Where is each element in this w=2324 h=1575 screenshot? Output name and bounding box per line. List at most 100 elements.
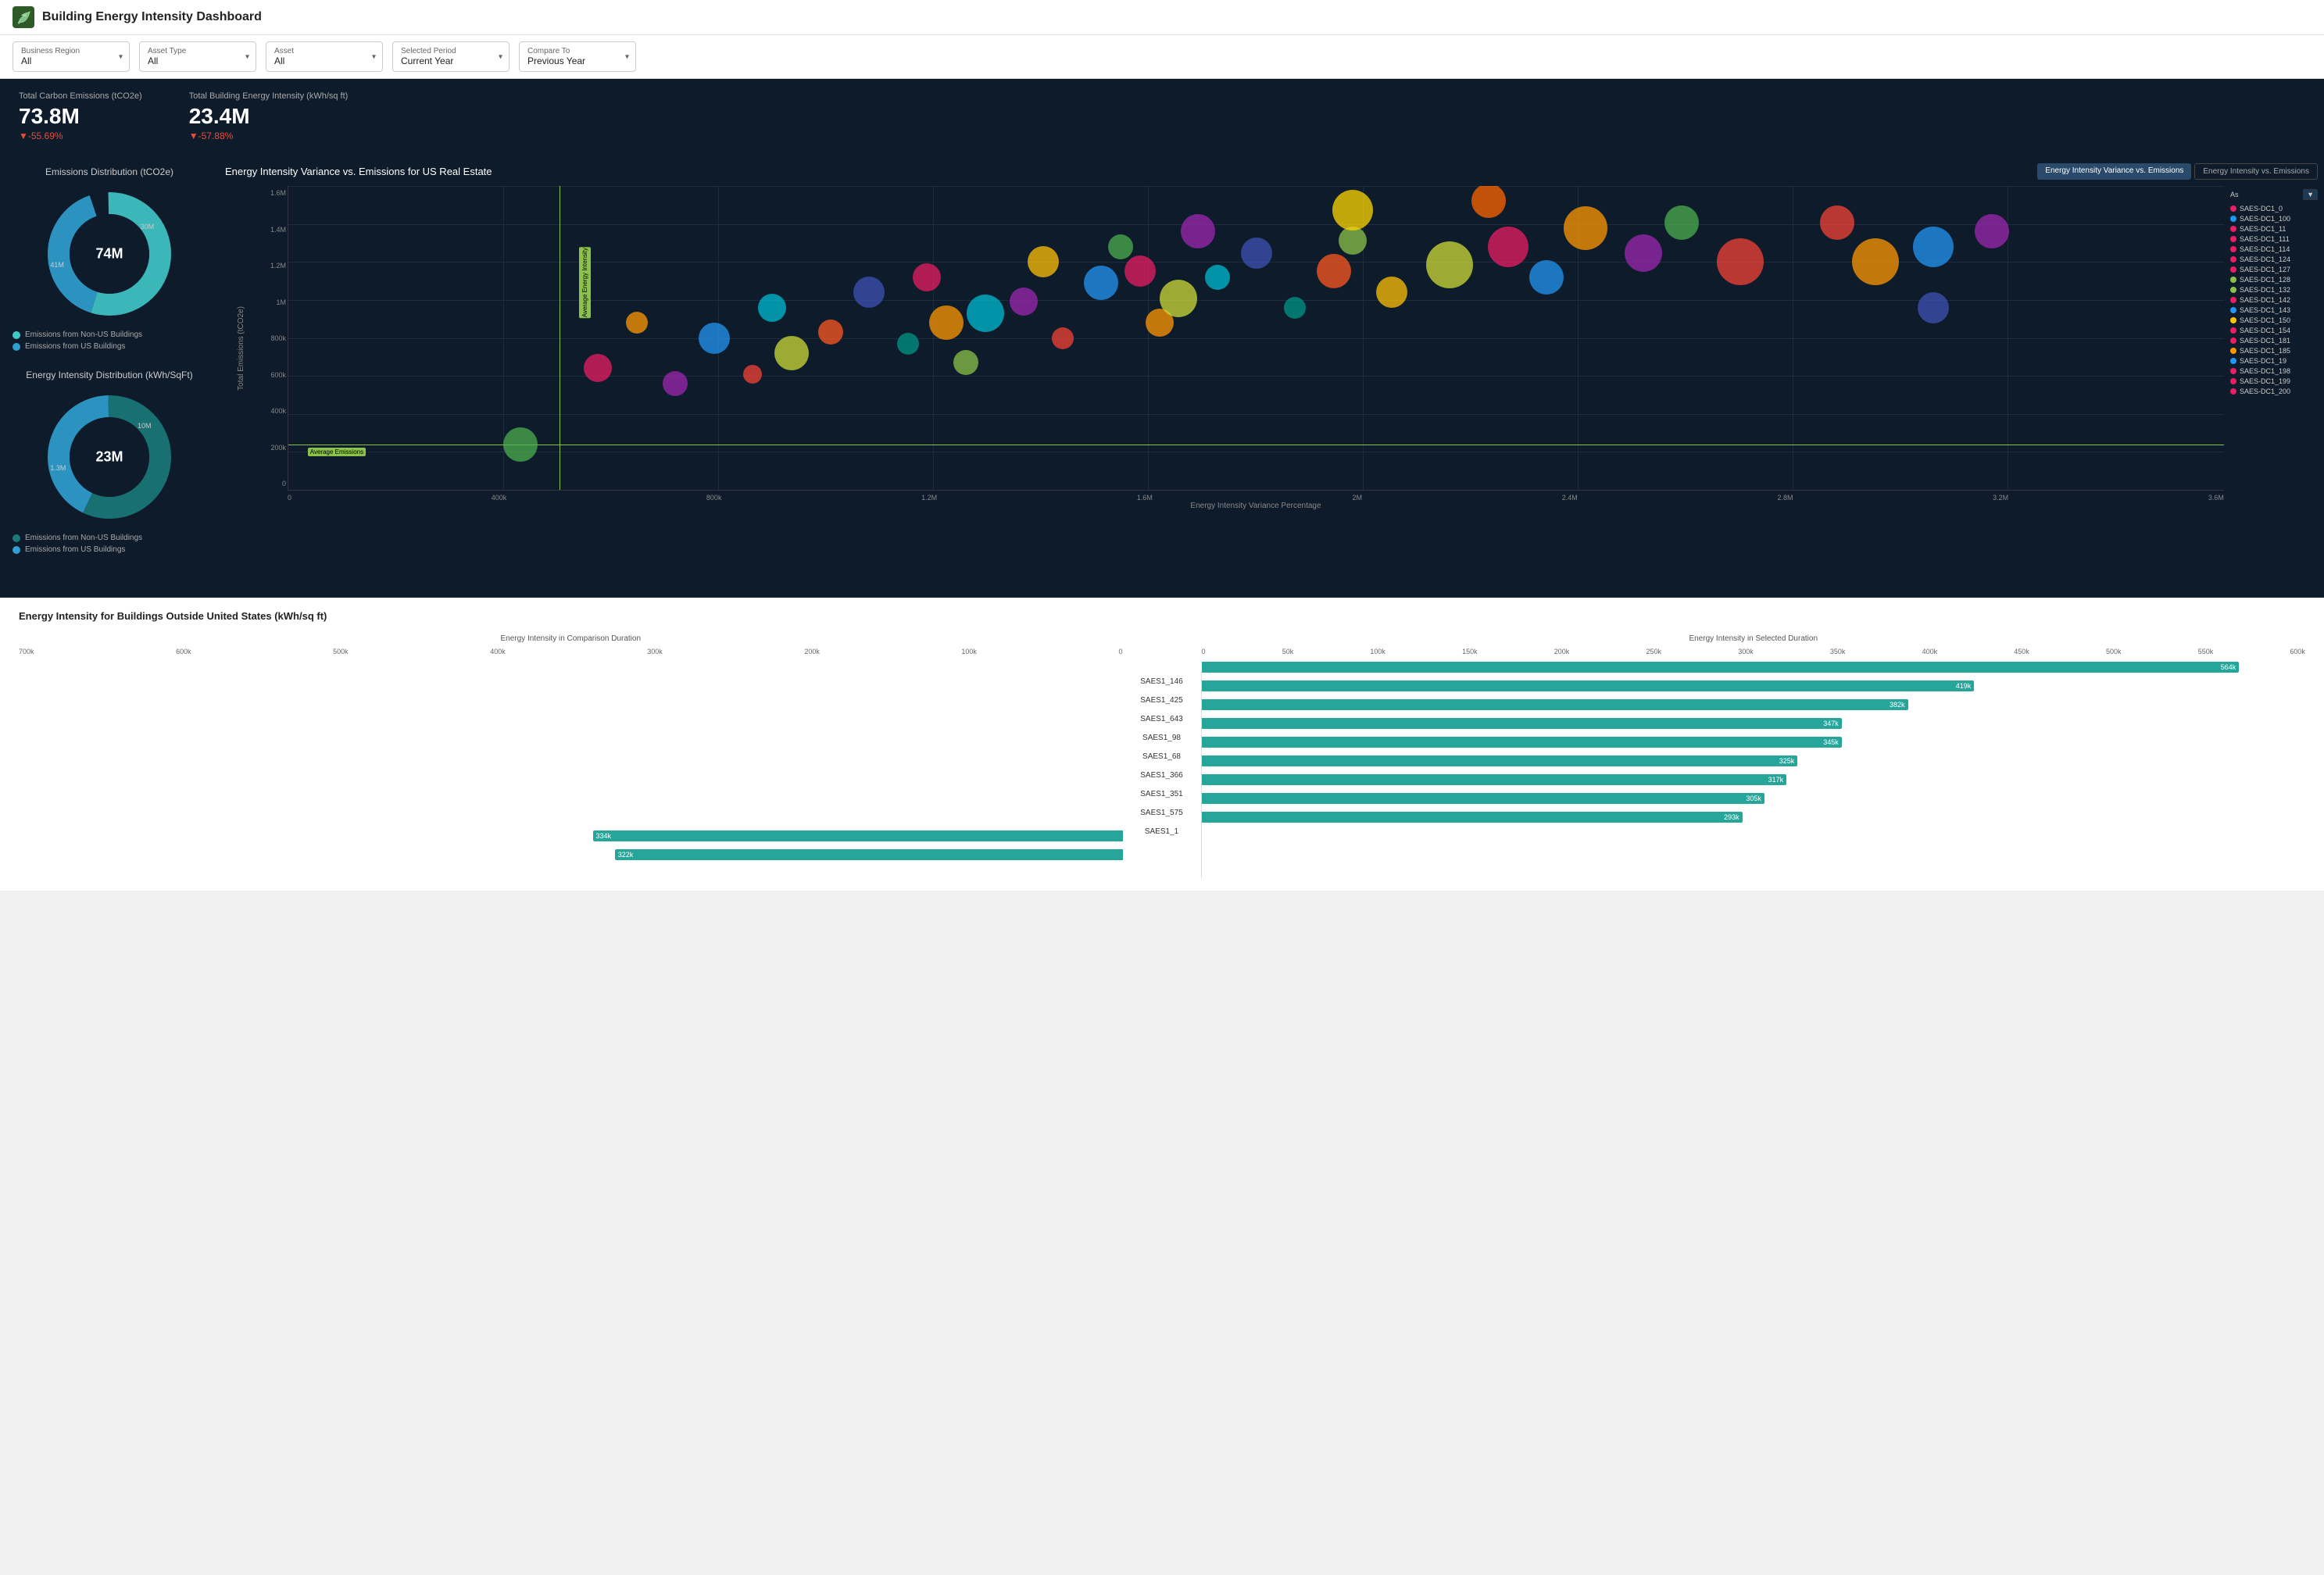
scatter-bubble <box>1913 227 1954 267</box>
bar-left-axis-title: Energy Intensity in Comparison Duration <box>19 634 1123 643</box>
bar-left-rows: 334k 322k <box>19 659 1123 863</box>
scatter-tab-variance[interactable]: Energy Intensity Variance vs. Emissions <box>2037 163 2191 180</box>
scatter-legend-item: SAES-DC1_200 <box>2230 388 2318 395</box>
bar-right-val: 317k <box>1768 776 1784 784</box>
filter-label-compare-to: Compare To <box>527 47 627 55</box>
scatter-legend-dot <box>2230 297 2236 303</box>
bar-right-row <box>1202 846 2306 863</box>
legend-dot-us-energy <box>13 546 20 554</box>
bar-right-row: 325k <box>1202 752 2306 770</box>
scatter-bubble <box>1426 241 1473 288</box>
scatter-bubble <box>1332 190 1373 230</box>
scatter-legend-dot <box>2230 236 2236 242</box>
grid-h-0 <box>288 186 2224 187</box>
bar-fill-right: 345k <box>1202 737 1842 748</box>
bar-right-val: 419k <box>1956 682 1972 690</box>
legend-label-us-emissions: Emissions from US Buildings <box>25 342 125 351</box>
bar-right-axis-labels: 0 50k 100k 150k 200k 250k 300k 350k 400k… <box>1202 648 2306 655</box>
chevron-down-icon-3: ▾ <box>499 52 502 61</box>
bar-right-val: 382k <box>1890 701 1905 709</box>
filter-compare-to[interactable]: Compare To Previous Year ▾ <box>519 41 636 72</box>
bottom-section: Energy Intensity for Buildings Outside U… <box>0 598 2324 891</box>
energy-label-10m: 10M <box>138 422 152 430</box>
grid-h-5 <box>288 376 2224 377</box>
scatter-legend-label: SAES-DC1_114 <box>2240 245 2290 253</box>
legend-dot-nonus-emissions <box>13 331 20 339</box>
energy-donut-legend: Emissions from Non-US Buildings Emission… <box>13 534 206 554</box>
scatter-legend-dot <box>2230 348 2236 354</box>
bar-left-row <box>19 790 1123 807</box>
filter-business-region[interactable]: Business Region All ▾ <box>13 41 130 72</box>
bar-right-row: 293k <box>1202 809 2306 826</box>
bottom-title: Energy Intensity for Buildings Outside U… <box>19 610 2305 622</box>
filter-asset-type[interactable]: Asset Type All ▾ <box>139 41 256 72</box>
scatter-bubble <box>1028 246 1059 277</box>
scatter-legend-dot <box>2230 368 2236 374</box>
scatter-legend-label: SAES-DC1_142 <box>2240 296 2290 304</box>
kpi-energy-change: ▼-57.88% <box>189 130 349 141</box>
scatter-bubble <box>1010 288 1038 316</box>
bar-right-val: 325k <box>1779 757 1795 765</box>
filter-selected-period[interactable]: Selected Period Current Year ▾ <box>392 41 509 72</box>
scatter-bubble <box>1108 234 1133 259</box>
scatter-legend-dot <box>2230 277 2236 283</box>
bar-right-row: 419k <box>1202 677 2306 695</box>
scatter-legend-item: SAES-DC1_142 <box>2230 296 2318 304</box>
bar-center-row: SAES1_1 <box>1123 822 1201 841</box>
bar-right-row: 382k <box>1202 696 2306 713</box>
scatter-y-axis-label: Total Emissions (tCO2e) <box>237 306 245 391</box>
bar-center-row: SAES1_425 <box>1123 691 1201 709</box>
scatter-legend-dot <box>2230 256 2236 262</box>
scatter-legend-dot <box>2230 338 2236 344</box>
scatter-bubble <box>1339 227 1367 255</box>
bar-center-row: SAES1_575 <box>1123 803 1201 822</box>
scatter-legend-dot <box>2230 317 2236 323</box>
kpi-energy-value: 23.4M <box>189 104 349 129</box>
kpi-carbon-emissions: Total Carbon Emissions (tCO2e) 73.8M ▼-5… <box>19 91 142 141</box>
scatter-bubble <box>1975 214 2009 248</box>
filter-label-asset-type: Asset Type <box>148 47 248 55</box>
scatter-legend-item: SAES-DC1_11 <box>2230 225 2318 233</box>
emissions-donut-center: 74M <box>95 246 123 262</box>
x-label-0: 0 <box>288 494 291 502</box>
scatter-legend-dot <box>2230 327 2236 334</box>
energy-label-13m: 1.3M <box>50 464 66 472</box>
scatter-bubble <box>1241 238 1272 269</box>
scatter-bubble <box>1564 206 1607 250</box>
bar-center-rows: SAES1_146SAES1_425SAES1_643SAES1_98SAES1… <box>1123 672 1201 878</box>
bar-left-axis-labels: 700k 600k 500k 400k 300k 200k 100k 0 <box>19 648 1123 655</box>
scatter-x-labels: 0 400k 800k 1.2M 1.6M 2M 2.4M 2.8M 3.2M … <box>256 491 2224 502</box>
scatter-legend-label: SAES-DC1_154 <box>2240 327 2290 334</box>
x-label-3: 1.2M <box>921 494 937 502</box>
energy-donut-section: Energy Intensity Distribution (kWh/SqFt)… <box>13 370 206 554</box>
scatter-legend-label: SAES-DC1_143 <box>2240 306 2290 314</box>
scatter-bubble <box>1317 254 1351 288</box>
scatter-plot-area: Average Emissions Average Energy Intensi… <box>288 186 2224 491</box>
scatter-bubble <box>743 365 762 384</box>
asset-filter-button[interactable]: ▼ <box>2303 189 2318 200</box>
scatter-legend-dot <box>2230 378 2236 384</box>
scatter-bubble <box>1376 277 1407 308</box>
scatter-bubble <box>1124 255 1156 287</box>
x-label-5: 2M <box>1353 494 1363 502</box>
scatter-tab-intensity[interactable]: Energy Intensity vs. Emissions <box>2194 163 2318 180</box>
y-label-6: 400k <box>256 407 286 415</box>
bar-fill-left: 322k <box>615 849 1123 860</box>
scatter-legend-item: SAES-DC1_198 <box>2230 367 2318 375</box>
scatter-panel: Energy Intensity Variance vs. Emissions … <box>219 154 2324 585</box>
scatter-bubble <box>1160 280 1197 317</box>
filter-asset[interactable]: Asset All ▾ <box>266 41 383 72</box>
scatter-bubble <box>967 295 1004 332</box>
chevron-down-icon-2: ▾ <box>372 52 376 61</box>
bar-left-row <box>19 809 1123 826</box>
legend-item-us-energy: Emissions from US Buildings <box>13 545 206 554</box>
x-label-4: 1.6M <box>1137 494 1153 502</box>
filter-value-asset: All <box>274 55 374 66</box>
bar-fill-right: 293k <box>1202 812 1743 823</box>
bar-center-labels: SAES1_146SAES1_425SAES1_643SAES1_98SAES1… <box>1123 634 1201 878</box>
y-label-0: 1.6M <box>256 189 286 197</box>
bar-left-row <box>19 752 1123 770</box>
scatter-legend-dot <box>2230 358 2236 364</box>
y-label-4: 800k <box>256 334 286 342</box>
filter-value-business-region: All <box>21 55 121 66</box>
